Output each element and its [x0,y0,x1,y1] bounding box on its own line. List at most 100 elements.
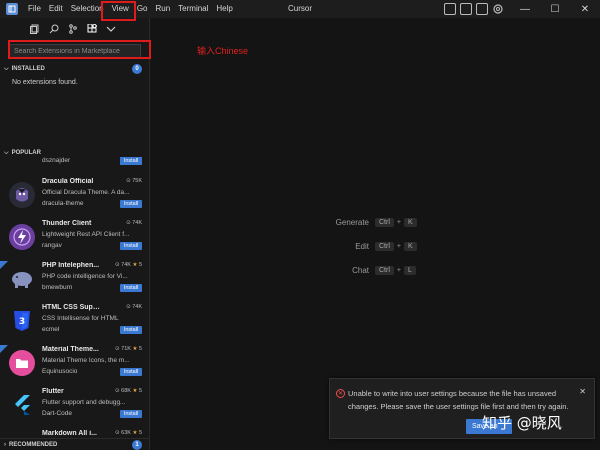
extension-publisher: bmewburn [42,284,73,291]
extension-name: HTML CSS Support [42,304,102,311]
extension-stats: ⊙ 74K ★ 5 [115,262,142,268]
extension-item[interactable]: Dracula Official ⊙ 75K Official Dracula … [0,177,146,219]
source-control-icon[interactable] [68,24,78,34]
extension-name: Markdown All i... [42,430,97,437]
notification-message: Unable to write into user settings becau… [348,389,569,411]
window-controls: — ☐ ✕ [444,0,600,18]
featured-flag [0,261,8,269]
search-input-highlight [8,40,151,59]
install-button[interactable]: Install [120,410,142,418]
toggle-secondary-sidebar-icon[interactable] [476,3,488,15]
view-menu-highlight [101,1,136,21]
menu-run[interactable]: Run [151,0,174,18]
maximize-button[interactable]: ☐ [540,0,570,18]
shortcut-label: Generate [335,217,369,227]
extensions-sidebar: ⌵ INSTALLED 0 No extensions found. ⌵ POP… [0,18,150,450]
extension-publisher: dracula-theme [42,200,84,207]
minimize-button[interactable]: — [510,0,540,18]
no-extensions-text: No extensions found. [12,79,78,86]
partial-install-button[interactable]: Install [120,157,142,165]
menu-file[interactable]: File [24,0,45,18]
annotation-text: 输入Chinese [197,46,249,56]
shortcut-label: Chat [352,265,369,275]
extension-stats: ⊙ 68K ★ 5 [115,388,142,394]
shortcut-key: L [403,265,416,275]
extension-name: Flutter [42,388,64,395]
flutter-icon [9,392,35,418]
extension-item[interactable]: 3 HTML CSS Support ⊙ 74K CSS Intellisens… [0,303,146,345]
settings-gear-icon[interactable] [492,3,504,15]
featured-flag [0,345,8,353]
installed-header-label: INSTALLED [11,66,45,72]
install-button[interactable]: Install [120,326,142,334]
recommended-count-badge: 1 [132,440,142,450]
partial-extension-publisher: dsznajder [42,157,71,164]
chevron-down-icon: ⌵ [4,149,9,156]
extension-item[interactable]: PHP Intelephen... ⊙ 74K ★ 5 PHP code int… [0,261,146,303]
extension-name: Material Theme... [42,346,99,353]
chevron-down-icon: ⌵ [4,65,9,72]
extension-name: PHP Intelephen... [42,262,100,269]
install-button[interactable]: Install [120,368,142,376]
extension-stats: ⊙ 74K [126,304,142,310]
recommended-header-label: RECOMMENDED [9,441,58,448]
shortcut-label: Edit [355,241,369,251]
install-button[interactable]: Install [120,284,142,292]
extension-item[interactable]: Material Theme... ⊙ 71K ★ 5 Material The… [0,345,146,387]
activity-bar [0,18,149,40]
php-elephant-icon [9,266,35,292]
extension-stats: ⊙ 71K ★ 5 [115,346,142,352]
dracula-icon [9,182,35,208]
toggle-panel-icon[interactable] [460,3,472,15]
shortcut-edit: Edit Ctrl + K [328,239,417,253]
installed-section-header[interactable]: ⌵ INSTALLED 0 [0,63,150,75]
extension-publisher: rangav [42,242,62,249]
cursor-logo-icon [6,3,18,15]
close-button[interactable]: ✕ [570,0,600,18]
title-bar: File Edit Selection View Go Run Terminal… [0,0,600,18]
chevron-down-icon[interactable] [106,24,116,34]
extension-item[interactable]: Flutter ⊙ 68K ★ 5 Flutter support and de… [0,387,146,429]
extension-publisher: Dart-Code [42,410,72,417]
extension-stats: ⊙ 74K [126,220,142,226]
menu-edit[interactable]: Edit [45,0,67,18]
toggle-sidebar-icon[interactable] [444,3,456,15]
recommended-section-header[interactable]: › RECOMMENDED 1 [0,438,150,450]
popular-header-label: POPULAR [11,150,41,156]
shortcut-key: K [403,217,417,227]
install-button[interactable]: Install [120,200,142,208]
material-folder-icon [9,350,35,376]
shortcut-mod-key: Ctrl [375,217,394,227]
extension-description: Flutter support and debugg... [42,399,126,406]
watermark: 知乎 @晓风 [482,414,562,432]
extension-name: Dracula Official [42,178,94,185]
close-icon[interactable]: ✕ [579,387,586,396]
extension-item[interactable]: Thunder Client ⊙ 74K Lightweight Rest AP… [0,219,146,261]
install-button[interactable]: Install [120,242,142,250]
error-icon: ✕ [336,389,345,398]
extension-stats: ⊙ 63K ★ 5 [115,430,142,436]
extension-publisher: Equinusocio [42,368,78,375]
chevron-right-icon: › [4,441,6,448]
extension-description: PHP code intelligence for Vi... [42,273,128,280]
menu-terminal[interactable]: Terminal [174,0,212,18]
shortcut-mod-key: Ctrl [375,241,394,251]
css3-icon: 3 [9,308,35,334]
shortcut-chat: Chat Ctrl + L [328,263,416,277]
extension-description: Material Theme Icons, the m... [42,357,130,364]
extension-description: CSS Intellisense for HTML [42,315,119,322]
menu-help[interactable]: Help [212,0,236,18]
shortcut-mod-key: Ctrl [375,265,394,275]
installed-count-badge: 0 [132,64,142,74]
extension-name: Thunder Client [42,220,92,227]
extension-description: Lightweight Rest API Client f... [42,231,130,238]
thunder-icon [9,224,35,250]
search-icon[interactable] [49,24,59,34]
extension-publisher: ecmel [42,326,60,333]
explorer-icon[interactable] [30,24,40,34]
extension-description: Official Dracula Theme. A da... [42,189,130,196]
extension-stats: ⊙ 75K [126,178,142,184]
shortcut-generate: Generate Ctrl + K [328,215,417,229]
shortcut-key: K [403,241,417,251]
extensions-icon[interactable] [87,23,98,34]
